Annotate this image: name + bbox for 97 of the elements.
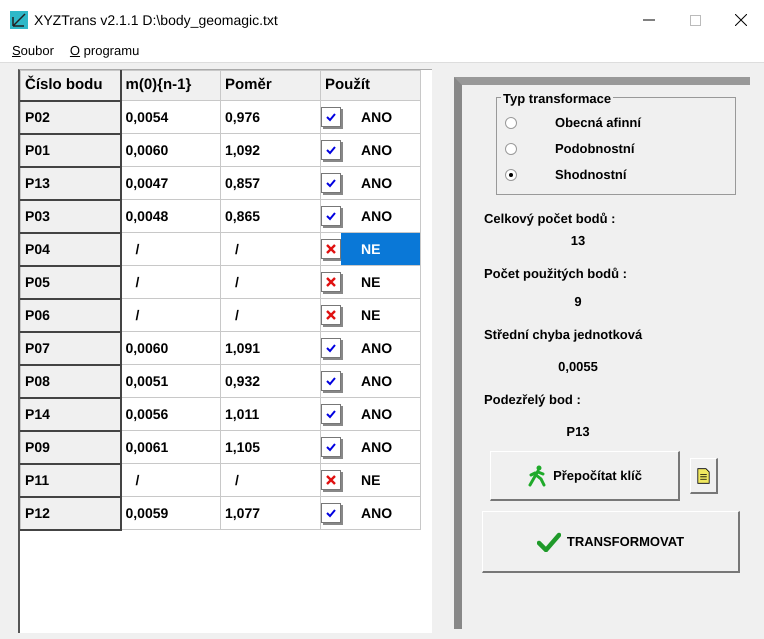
menu-item[interactable]: Soubor — [12, 41, 54, 61]
use-toggle[interactable] — [321, 272, 341, 292]
use-toggle[interactable] — [321, 437, 341, 457]
row-header: P03 — [20, 200, 120, 232]
table-cell: 0,0061 — [120, 430, 220, 464]
table-cell: 0,0060 — [120, 134, 220, 166]
tick-icon — [325, 508, 337, 518]
use-toggle[interactable] — [321, 470, 341, 490]
cross-icon — [325, 276, 337, 288]
table-cell: 0,0048 — [120, 200, 220, 232]
radio-label: Podobnostní — [555, 140, 634, 158]
stat-value: 9 — [573, 292, 583, 310]
table-cell: / — [220, 464, 320, 496]
table-cell: 0,0047 — [120, 166, 220, 200]
row-header: P01 — [20, 134, 120, 166]
cross-icon — [325, 309, 337, 321]
use-toggle[interactable] — [321, 107, 341, 127]
table-cell: 1,011 — [220, 398, 320, 430]
stat-label: Střední chyba jednotková — [484, 326, 644, 344]
tick-icon — [325, 376, 337, 386]
table-cell: 1,091 — [220, 332, 320, 364]
row-header: P13 — [20, 166, 120, 200]
running-figure-icon — [527, 464, 548, 486]
table-cell: 0,0059 — [120, 496, 220, 530]
tick-icon — [325, 409, 337, 419]
row-header: P07 — [20, 332, 120, 364]
radio-button[interactable] — [505, 143, 517, 155]
checkmark-icon — [536, 532, 561, 552]
table-cell: 0,857 — [220, 166, 320, 200]
stat-value: 0,0055 — [557, 358, 599, 376]
stat-label: Celkový počet bodů : — [484, 210, 616, 228]
table-cell: / — [120, 266, 220, 298]
table-cell: 0,0051 — [120, 364, 220, 398]
radio-label: Obecná afinní — [555, 114, 641, 132]
use-toggle[interactable] — [321, 503, 341, 523]
cross-icon — [325, 474, 337, 486]
row-header: P02 — [20, 100, 120, 134]
use-toggle[interactable] — [321, 140, 341, 160]
close-icon — [735, 14, 747, 26]
tick-icon — [325, 343, 337, 353]
column-header: Použít — [320, 70, 420, 100]
use-toggle[interactable] — [321, 206, 341, 226]
table-cell: 0,976 — [220, 100, 320, 134]
table-cell: / — [220, 266, 320, 298]
tick-icon — [325, 112, 337, 122]
table-cell: / — [220, 232, 320, 266]
use-toggle[interactable] — [321, 338, 341, 358]
tick-icon — [325, 442, 337, 452]
minimize-icon — [643, 19, 655, 21]
row-header: P12 — [20, 496, 120, 530]
stat-label: Počet použitých bodů : — [484, 265, 628, 283]
row-header: P06 — [20, 298, 120, 332]
radio-button[interactable] — [505, 169, 517, 181]
table-cell: / — [220, 298, 320, 332]
row-header: P08 — [20, 364, 120, 398]
use-toggle[interactable] — [321, 305, 341, 325]
table-cell: / — [120, 232, 220, 266]
column-header: Poměr — [220, 70, 320, 100]
stat-value: 13 — [570, 232, 586, 250]
app-icon — [10, 11, 28, 29]
stat-label: Podezřelý bod : — [484, 391, 582, 409]
radio-button[interactable] — [505, 117, 517, 129]
column-header: m(0){n-1} — [120, 70, 220, 100]
row-header: P05 — [20, 266, 120, 298]
window-title: XYZTrans v2.1.1 D:\body_geomagic.txt — [34, 10, 278, 30]
recalculate-button[interactable]: Přepočítat klíč — [490, 451, 680, 501]
transform-button[interactable]: TRANSFORMOVAT — [482, 511, 740, 573]
maximize-icon — [690, 14, 700, 26]
row-header: P14 — [20, 398, 120, 430]
use-toggle[interactable] — [321, 173, 341, 193]
table-cell: / — [120, 298, 220, 332]
use-toggle[interactable] — [321, 404, 341, 424]
table-cell: 1,077 — [220, 496, 320, 530]
document-icon — [697, 466, 710, 486]
use-toggle[interactable] — [321, 371, 341, 391]
table-cell: 0,0056 — [120, 398, 220, 430]
table-cell: 0,932 — [220, 364, 320, 398]
tick-icon — [325, 178, 337, 188]
row-header: P09 — [20, 430, 120, 464]
table-cell: 0,0054 — [120, 100, 220, 134]
tick-icon — [325, 145, 337, 155]
menu-item[interactable]: O programu — [70, 41, 140, 61]
notes-button[interactable] — [690, 458, 718, 494]
cross-icon — [325, 243, 337, 255]
tick-icon — [325, 211, 337, 221]
stat-value: P13 — [565, 422, 591, 440]
table-cell: 1,105 — [220, 430, 320, 464]
column-header: Číslo bodu — [20, 70, 120, 100]
row-header: P04 — [20, 232, 120, 266]
table-cell: 0,865 — [220, 200, 320, 232]
row-header: P11 — [20, 464, 120, 496]
table-cell: 0,0060 — [120, 332, 220, 364]
use-toggle[interactable] — [321, 239, 341, 259]
radio-label: Shodnostní — [555, 166, 626, 184]
table-cell: / — [120, 464, 220, 496]
table-cell[interactable]: NE — [341, 233, 420, 265]
table-cell: 1,092 — [220, 134, 320, 166]
